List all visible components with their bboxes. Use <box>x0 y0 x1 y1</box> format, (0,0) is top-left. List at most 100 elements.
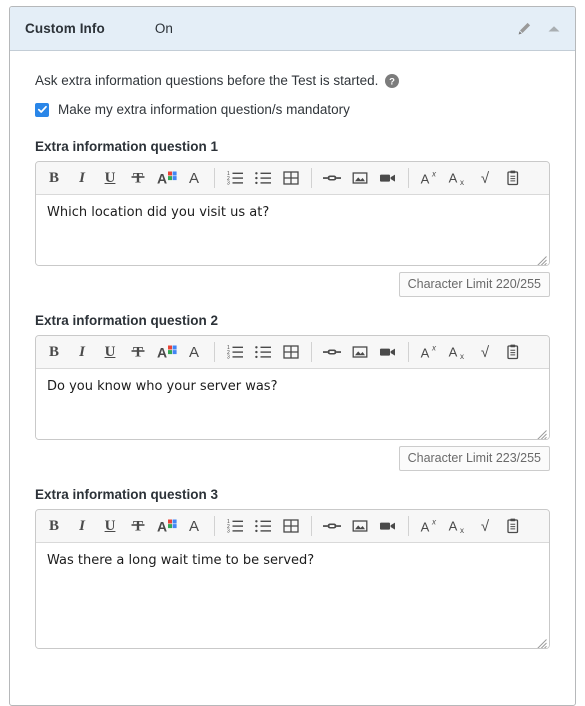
editor-toolbar: B I U A √ <box>36 510 549 543</box>
rich-text-editor: B I U A √ <box>35 509 550 649</box>
square-root-icon[interactable]: √ <box>471 513 499 540</box>
unordered-list-icon[interactable] <box>249 165 277 192</box>
panel-header-actions <box>515 20 563 38</box>
toolbar-group: BIU A <box>40 513 208 540</box>
panel-header: Custom Info On <box>10 7 575 51</box>
toolbar-divider <box>408 516 409 536</box>
ordered-list-icon[interactable] <box>221 513 249 540</box>
video-icon[interactable] <box>374 513 402 540</box>
image-icon[interactable] <box>346 513 374 540</box>
font-family-icon[interactable]: A <box>180 165 208 192</box>
toolbar-group <box>318 513 402 540</box>
pencil-icon[interactable] <box>515 20 533 38</box>
subscript-icon[interactable] <box>443 165 471 192</box>
question-textarea[interactable] <box>36 195 549 265</box>
toolbar-group <box>221 165 305 192</box>
question-block: Extra information question 1 BIU A √ Charact… <box>35 139 550 297</box>
text-color-icon[interactable] <box>152 339 180 366</box>
panel-title: Custom Info <box>25 21 105 36</box>
unordered-list-icon[interactable] <box>249 339 277 366</box>
mandatory-checkbox-row: Make my extra information question/s man… <box>35 102 550 117</box>
image-icon[interactable] <box>346 339 374 366</box>
bold-icon[interactable]: B <box>40 165 68 192</box>
ordered-list-icon[interactable] <box>221 339 249 366</box>
toolbar-group: BIU A <box>40 339 208 366</box>
font-family-icon[interactable]: A <box>180 513 208 540</box>
table-icon[interactable] <box>277 339 305 366</box>
toolbar-group: √ <box>415 165 527 192</box>
toolbar-divider <box>214 342 215 362</box>
square-root-icon[interactable]: √ <box>471 339 499 366</box>
image-icon[interactable] <box>346 165 374 192</box>
video-icon[interactable] <box>374 165 402 192</box>
description-text: Ask extra information questions before t… <box>35 73 379 88</box>
table-icon[interactable] <box>277 165 305 192</box>
superscript-icon[interactable] <box>415 165 443 192</box>
character-limit-row: Character Limit 220/255 <box>35 272 550 297</box>
text-color-icon[interactable] <box>152 165 180 192</box>
link-icon[interactable] <box>318 513 346 540</box>
question-label: Extra information question 3 <box>35 487 219 502</box>
toolbar-group <box>318 165 402 192</box>
underline-icon[interactable]: U <box>96 339 124 366</box>
toolbar-group <box>318 339 402 366</box>
description-row: Ask extra information questions before t… <box>35 73 550 88</box>
toolbar-divider <box>214 168 215 188</box>
paste-clipboard-icon[interactable] <box>499 513 527 540</box>
question-textarea[interactable] <box>36 369 549 439</box>
subscript-icon[interactable] <box>443 513 471 540</box>
svg-text:?: ? <box>390 76 396 87</box>
italic-icon[interactable]: I <box>68 165 96 192</box>
character-limit-badge: Character Limit 223/255 <box>398 446 550 471</box>
custom-info-panel: Custom Info On Ask extra information que… <box>9 6 576 706</box>
link-icon[interactable] <box>318 165 346 192</box>
underline-icon[interactable]: U <box>96 513 124 540</box>
table-icon[interactable] <box>277 513 305 540</box>
character-limit-badge: Character Limit 220/255 <box>398 272 550 297</box>
mandatory-checkbox[interactable] <box>35 102 49 117</box>
strikethrough-icon[interactable] <box>124 165 152 192</box>
question-label: Extra information question 2 <box>35 313 219 328</box>
toolbar-divider <box>311 516 312 536</box>
underline-icon[interactable]: U <box>96 165 124 192</box>
video-icon[interactable] <box>374 339 402 366</box>
toolbar-divider <box>408 342 409 362</box>
superscript-icon[interactable] <box>415 513 443 540</box>
question-label: Extra information question 1 <box>35 139 219 154</box>
character-limit-row: Character Limit 223/255 <box>35 446 550 471</box>
editor-toolbar: B I U A √ <box>36 336 549 369</box>
question-block: Extra information question 3 B I U A √ <box>35 487 550 649</box>
question-block: Extra information question 2 BIU A √ Charact… <box>35 313 550 471</box>
subscript-icon[interactable] <box>443 339 471 366</box>
font-family-icon[interactable]: A <box>180 339 208 366</box>
rich-text-editor: B I U A √ <box>35 161 550 266</box>
unordered-list-icon[interactable] <box>249 513 277 540</box>
question-textarea[interactable] <box>36 543 549 648</box>
bold-icon[interactable]: B <box>40 339 68 366</box>
questions-list: Extra information question 1BIUA√Charact… <box>35 139 550 649</box>
toolbar-divider <box>408 168 409 188</box>
toolbar-group: BIU A <box>40 165 208 192</box>
italic-icon[interactable]: I <box>68 513 96 540</box>
chevron-up-icon[interactable] <box>545 20 563 38</box>
bold-icon[interactable]: B <box>40 513 68 540</box>
editor-toolbar: B I U A √ <box>36 162 549 195</box>
link-icon[interactable] <box>318 339 346 366</box>
toolbar-group <box>221 513 305 540</box>
mandatory-checkbox-label: Make my extra information question/s man… <box>58 102 350 117</box>
rich-text-editor: B I U A √ <box>35 335 550 440</box>
toolbar-group: √ <box>415 513 527 540</box>
square-root-icon[interactable]: √ <box>471 165 499 192</box>
toolbar-group: √ <box>415 339 527 366</box>
paste-clipboard-icon[interactable] <box>499 339 527 366</box>
text-color-icon[interactable] <box>152 513 180 540</box>
toolbar-divider <box>311 342 312 362</box>
toolbar-divider <box>214 516 215 536</box>
paste-clipboard-icon[interactable] <box>499 165 527 192</box>
ordered-list-icon[interactable] <box>221 165 249 192</box>
help-circle-icon[interactable]: ? <box>385 73 400 88</box>
superscript-icon[interactable] <box>415 339 443 366</box>
italic-icon[interactable]: I <box>68 339 96 366</box>
strikethrough-icon[interactable] <box>124 339 152 366</box>
strikethrough-icon[interactable] <box>124 513 152 540</box>
